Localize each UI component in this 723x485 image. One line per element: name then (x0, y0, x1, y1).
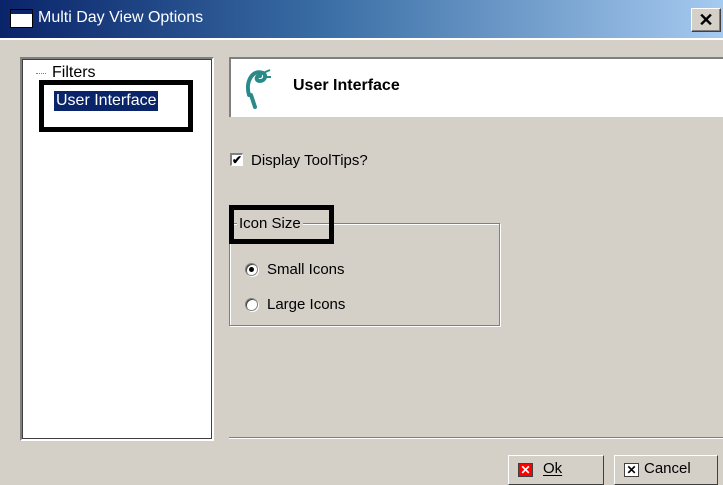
x-icon: ✕ (624, 463, 639, 477)
small-icons-label[interactable]: Small Icons (267, 261, 345, 278)
page-title: User Interface (293, 77, 400, 94)
ok-button[interactable]: ✕ Ok (508, 455, 604, 485)
cancel-button-label: Cancel (644, 460, 691, 477)
page-header: User Interface (229, 57, 723, 117)
cancel-button[interactable]: ✕ Cancel (614, 455, 718, 485)
display-tooltips-checkbox[interactable]: ✔ (230, 153, 243, 166)
ok-button-label: Ok (543, 460, 563, 477)
large-icons-radio[interactable] (245, 298, 258, 311)
radio-selected-dot (249, 267, 254, 272)
client-border (0, 38, 723, 40)
annotation-highlight-tree-item (39, 80, 193, 132)
display-tooltips-label[interactable]: Display ToolTips? (251, 152, 368, 169)
annotation-highlight-group-label (229, 205, 334, 244)
red-x-icon: ✕ (518, 463, 533, 477)
close-icon: ✕ (698, 10, 714, 30)
checkmark-icon: ✔ (232, 153, 243, 167)
small-icons-radio[interactable] (245, 263, 258, 276)
window-title: Multi Day View Options (38, 9, 204, 26)
close-button[interactable]: ✕ (691, 8, 721, 32)
title-bar: Multi Day View Options ✕ (0, 0, 723, 38)
large-icons-label[interactable]: Large Icons (267, 296, 345, 313)
tree-connector (36, 73, 46, 74)
footer-separator (229, 437, 723, 439)
window-icon (10, 9, 33, 28)
tool-logo-icon (246, 69, 271, 109)
